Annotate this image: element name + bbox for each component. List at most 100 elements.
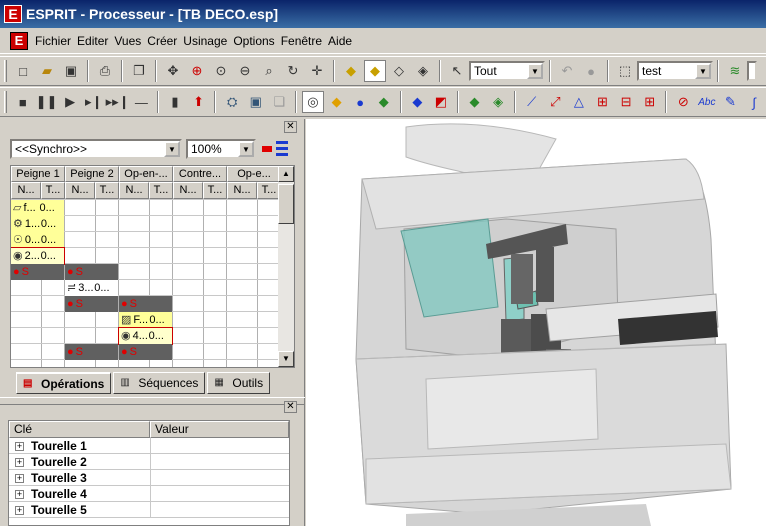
subheader-cell[interactable]: N... <box>65 182 95 199</box>
grid-icon[interactable]: ⊞ <box>639 91 661 113</box>
shaded-edges-icon[interactable]: ◆ <box>364 60 386 82</box>
layers-icon[interactable]: ≋ <box>724 60 746 82</box>
curve-icon[interactable]: ∫ <box>743 91 765 113</box>
menu-creer[interactable]: Créer <box>144 34 180 48</box>
line-tool-icon[interactable]: ⟋ <box>521 91 543 113</box>
operation-cell[interactable]: ≓ 3...0... <box>65 280 118 296</box>
subheader-cell[interactable]: T... <box>41 182 65 199</box>
menu-options[interactable]: Options <box>230 34 277 48</box>
menu-vues[interactable]: Vues <box>111 34 144 48</box>
machine-setup-icon[interactable]: ⛭ <box>221 91 243 113</box>
chevron-down-icon[interactable]: ▼ <box>695 63 711 79</box>
scroll-thumb[interactable] <box>278 184 294 224</box>
expand-icon[interactable]: + <box>15 458 24 467</box>
column-header[interactable]: Op-e... <box>227 166 281 182</box>
column-header[interactable]: Peigne 2 <box>65 166 119 182</box>
tab-sequences[interactable]: ▥ Séquences <box>113 372 206 394</box>
tool-icon[interactable]: ▮ <box>164 91 186 113</box>
subheader-cell[interactable]: N... <box>119 182 149 199</box>
subheader-cell[interactable]: T... <box>149 182 173 199</box>
stop-icon[interactable]: ● <box>580 60 602 82</box>
column-header[interactable]: Peigne 1 <box>11 166 65 182</box>
simulation-step-icon[interactable]: ▸❙ <box>83 91 105 113</box>
menu-fenetre[interactable]: Fenêtre <box>278 34 325 48</box>
pointer-icon[interactable]: ↖ <box>446 60 468 82</box>
rotate-icon[interactable]: ↻ <box>282 60 304 82</box>
property-row[interactable]: + Tourelle 2 <box>9 454 289 470</box>
pan-icon[interactable]: ✥ <box>162 60 184 82</box>
simulation-fast-forward-icon[interactable]: ▸▸❙ <box>106 91 130 113</box>
expand-icon[interactable]: + <box>15 442 24 451</box>
expand-icon[interactable]: + <box>15 474 24 483</box>
simulation-slider-icon[interactable]: — <box>131 91 153 113</box>
zoom-select[interactable]: 100% ▼ <box>186 139 256 159</box>
subheader-cell[interactable]: T... <box>203 182 227 199</box>
zoom-in-icon[interactable]: ⊙ <box>210 60 232 82</box>
blue-cube-icon[interactable]: ● <box>349 91 371 113</box>
work-plane-select[interactable]: test ▼ <box>637 61 713 81</box>
app-icon[interactable]: E <box>4 5 22 23</box>
move-icon[interactable]: ✛ <box>306 60 328 82</box>
wireframe-icon[interactable]: ◇ <box>388 60 410 82</box>
edit-icon[interactable]: ✎ <box>720 91 742 113</box>
tool-holder-icon[interactable]: ⬆ <box>188 91 210 113</box>
operation-cell[interactable]: ⚙ 1...0... <box>11 216 64 232</box>
operation-cell[interactable]: ● S <box>65 296 118 312</box>
operation-cell[interactable]: ☉ 0...0... <box>11 232 64 248</box>
scroll-down-icon[interactable]: ▼ <box>278 351 294 367</box>
scroll-up-icon[interactable]: ▲ <box>278 166 294 182</box>
property-row[interactable]: + Tourelle 1 <box>9 438 289 454</box>
solid-cube-icon[interactable]: ◆ <box>326 91 348 113</box>
key-column-header[interactable]: Clé <box>9 421 150 438</box>
frame-icon[interactable]: ⊟ <box>615 91 637 113</box>
expand-icon[interactable]: + <box>15 506 24 515</box>
selection-filter-select[interactable]: Tout ▼ <box>469 61 545 81</box>
shaded-view-icon[interactable]: ◆ <box>340 60 362 82</box>
chevron-down-icon[interactable]: ▼ <box>164 141 180 157</box>
simulation-stop-icon[interactable]: ■ <box>12 91 34 113</box>
text-icon[interactable]: Abc <box>696 91 718 113</box>
print-icon[interactable]: ⎙ <box>94 60 116 82</box>
new-file-icon[interactable]: □ <box>12 60 34 82</box>
subheader-cell[interactable]: N... <box>173 182 203 199</box>
operation-cell[interactable]: ◉ 2...0... <box>11 247 65 265</box>
feature-set-icon[interactable]: ◩ <box>430 91 452 113</box>
sync-settings-icon[interactable] <box>260 137 290 159</box>
column-header[interactable]: Op-en-... <box>119 166 173 182</box>
menu-aide[interactable]: Aide <box>325 34 355 48</box>
subheader-cell[interactable]: N... <box>227 182 257 199</box>
operation-cell[interactable]: ● S <box>65 264 118 280</box>
property-row[interactable]: + Tourelle 3 <box>9 470 289 486</box>
menu-usinage[interactable]: Usinage <box>180 34 230 48</box>
work-plane-icon[interactable]: ⬚ <box>614 60 636 82</box>
angle-tool-icon[interactable]: △ <box>568 91 590 113</box>
operation-cell[interactable]: ● S <box>11 264 64 280</box>
feature-icon[interactable]: ◆ <box>407 91 429 113</box>
layer-select[interactable] <box>747 61 757 81</box>
subheader-cell[interactable]: T... <box>95 182 119 199</box>
expand-icon[interactable]: + <box>15 490 24 499</box>
operation-cell[interactable]: ▱ f... 0... <box>11 200 64 216</box>
subheader-cell[interactable]: N... <box>11 182 41 199</box>
menu-editer[interactable]: Editer <box>74 34 111 48</box>
operation-cell[interactable]: ◉ 4...0... <box>118 327 173 345</box>
3d-viewport[interactable] <box>306 119 766 526</box>
hidden-line-icon[interactable]: ◈ <box>412 60 434 82</box>
menu-fichier[interactable]: Fichier <box>32 34 74 48</box>
undo-icon[interactable]: ↶ <box>556 60 578 82</box>
open-folder-icon[interactable]: ▰ <box>36 60 58 82</box>
zoom-out-icon[interactable]: ⊖ <box>234 60 256 82</box>
hatch-icon[interactable]: ⊘ <box>672 91 694 113</box>
simulation-pause-icon[interactable]: ❚❚ <box>36 91 58 113</box>
operation-cell[interactable]: ● S <box>65 344 118 360</box>
green-cube-icon[interactable]: ◆ <box>373 91 395 113</box>
value-column-header[interactable]: Valeur <box>150 421 289 438</box>
operation-cell[interactable]: ▨ F...0... <box>119 312 172 328</box>
toolbar-grip[interactable] <box>4 91 7 113</box>
property-row[interactable]: + Tourelle 5 <box>9 502 289 518</box>
dimension-icon[interactable]: ⊞ <box>592 91 614 113</box>
stock-icon[interactable]: ◎ <box>302 91 324 113</box>
property-row[interactable]: + Tourelle 4 <box>9 486 289 502</box>
operation-cell[interactable]: ● S <box>119 344 172 360</box>
report-icon[interactable]: ❏ <box>269 91 291 113</box>
